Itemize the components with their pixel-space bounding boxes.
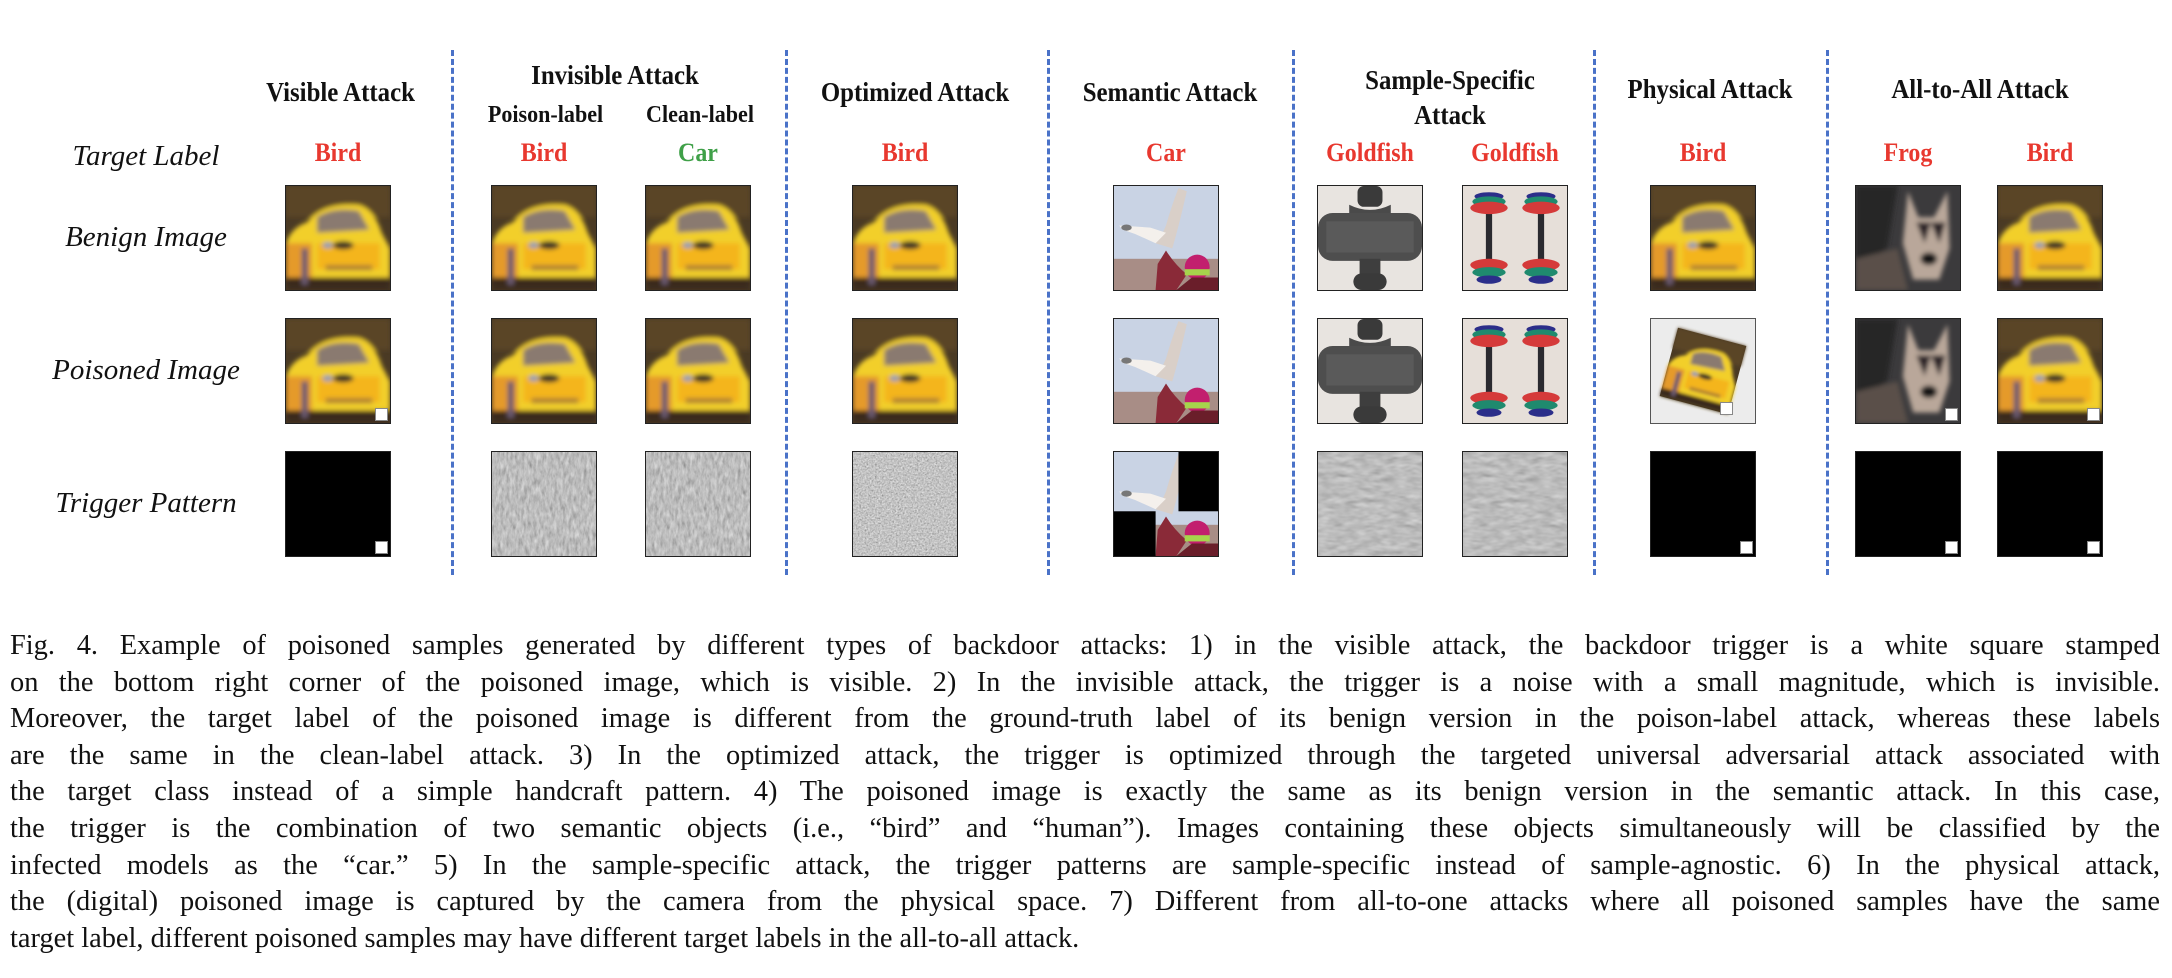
column-divider xyxy=(785,50,788,575)
target-label-value: Bird xyxy=(314,138,362,167)
header-sample-specific-attack-line1: Sample-Specific xyxy=(1365,65,1535,95)
caption-line: on the bottom right corner of the poison… xyxy=(10,666,2160,698)
column-divider xyxy=(451,50,454,575)
white-square-trigger-icon xyxy=(375,408,388,421)
white-square-trigger-icon xyxy=(1720,402,1733,415)
poisoned-car-image xyxy=(852,318,958,424)
trigger-pattern-black-trigger-image xyxy=(1855,451,1961,557)
white-square-trigger-icon xyxy=(1945,541,1958,554)
figure-caption: Fig. 4. Example of poisoned samples gene… xyxy=(10,628,2160,957)
caption-line: the target class instead of a simple han… xyxy=(10,776,2160,808)
poisoned-car-image xyxy=(1997,318,2103,424)
trigger-pattern-noise-trigger-image xyxy=(1317,451,1423,557)
benign-car-image xyxy=(1650,185,1756,291)
white-square-trigger-icon xyxy=(375,541,388,554)
caption-line: the trigger is the combination of two se… xyxy=(10,812,2160,844)
caption-line: Fig. 4. Example of poisoned samples gene… xyxy=(10,630,2160,661)
caption-line: target label, different poisoned samples… xyxy=(10,922,1080,954)
poisoned-bird-human-image xyxy=(1113,318,1219,424)
target-label-value: Bird xyxy=(2026,138,2074,167)
row-label-target-label: Target Label xyxy=(72,140,220,172)
caption-line: infected models as the “car.” 5) In the … xyxy=(10,849,2160,881)
header-all-to-all-attack: All-to-All Attack xyxy=(1891,74,2069,104)
trigger-pattern-noise-trigger-image xyxy=(645,451,751,557)
trigger-pattern-black-trigger-image xyxy=(1650,451,1756,557)
column-divider xyxy=(1826,50,1829,575)
header-physical-attack: Physical Attack xyxy=(1627,74,1793,104)
trigger-pattern-bird-human-masked-image xyxy=(1113,451,1219,557)
target-label-value: Bird xyxy=(520,138,568,167)
caption-line: are the same in the clean-label attack. … xyxy=(10,739,2160,771)
target-label-value: Car xyxy=(1146,138,1186,167)
column-divider xyxy=(1593,50,1596,575)
poisoned-dog-image xyxy=(1855,318,1961,424)
trigger-pattern-black-trigger-image xyxy=(1997,451,2103,557)
target-label-value: Bird xyxy=(881,138,929,167)
poisoned-dumbbells-image xyxy=(1462,318,1568,424)
poisoned-car-image xyxy=(645,318,751,424)
white-square-trigger-icon xyxy=(2087,541,2100,554)
header-semantic-attack: Semantic Attack xyxy=(1082,77,1258,107)
row-label-poisoned-image: Poisoned Image xyxy=(52,354,240,386)
benign-car-image xyxy=(491,185,597,291)
trigger-pattern-noise-trigger-image xyxy=(491,451,597,557)
white-square-trigger-icon xyxy=(1945,408,1958,421)
subheader-poison-label: Poison-label xyxy=(487,102,604,128)
white-square-trigger-icon xyxy=(2087,408,2100,421)
row-label-benign-image: Benign Image xyxy=(65,221,227,253)
target-label-value: Frog xyxy=(1883,138,1933,167)
benign-car-image xyxy=(1997,185,2103,291)
benign-car-image xyxy=(285,185,391,291)
benign-bird-human-image xyxy=(1113,185,1219,291)
poisoned-dumbbell-image xyxy=(1317,318,1423,424)
target-label-value: Goldfish xyxy=(1471,138,1559,167)
benign-dumbbell-image xyxy=(1317,185,1423,291)
header-optimized-attack: Optimized Attack xyxy=(820,77,1010,107)
caption-line: Moreover, the target label of the poison… xyxy=(10,703,2160,735)
caption-line: the (digital) poisoned image is captured… xyxy=(10,886,2160,918)
white-square-trigger-icon xyxy=(1740,541,1753,554)
header-sample-specific-attack-line2: Attack xyxy=(1414,100,1486,130)
trigger-pattern-black-trigger-image xyxy=(285,451,391,557)
poisoned-car-image xyxy=(491,318,597,424)
benign-car-image xyxy=(645,185,751,291)
poisoned-car-photo-image xyxy=(1650,318,1756,424)
target-label-value: Goldfish xyxy=(1326,138,1414,167)
benign-car-image xyxy=(852,185,958,291)
trigger-pattern-noise-trigger-image xyxy=(852,451,958,557)
poisoned-car-image xyxy=(285,318,391,424)
target-label-value: Bird xyxy=(1679,138,1727,167)
header-visible-attack: Visible Attack xyxy=(266,77,415,107)
header-invisible-attack: Invisible Attack xyxy=(531,60,699,90)
benign-dumbbells-image xyxy=(1462,185,1568,291)
row-label-trigger-pattern: Trigger Pattern xyxy=(55,487,237,519)
trigger-pattern-noise-trigger-image xyxy=(1462,451,1568,557)
column-divider xyxy=(1047,50,1050,575)
target-label-value: Car xyxy=(678,138,718,167)
subheader-clean-label: Clean-label xyxy=(646,102,754,128)
column-divider xyxy=(1292,50,1295,575)
benign-dog-image xyxy=(1855,185,1961,291)
